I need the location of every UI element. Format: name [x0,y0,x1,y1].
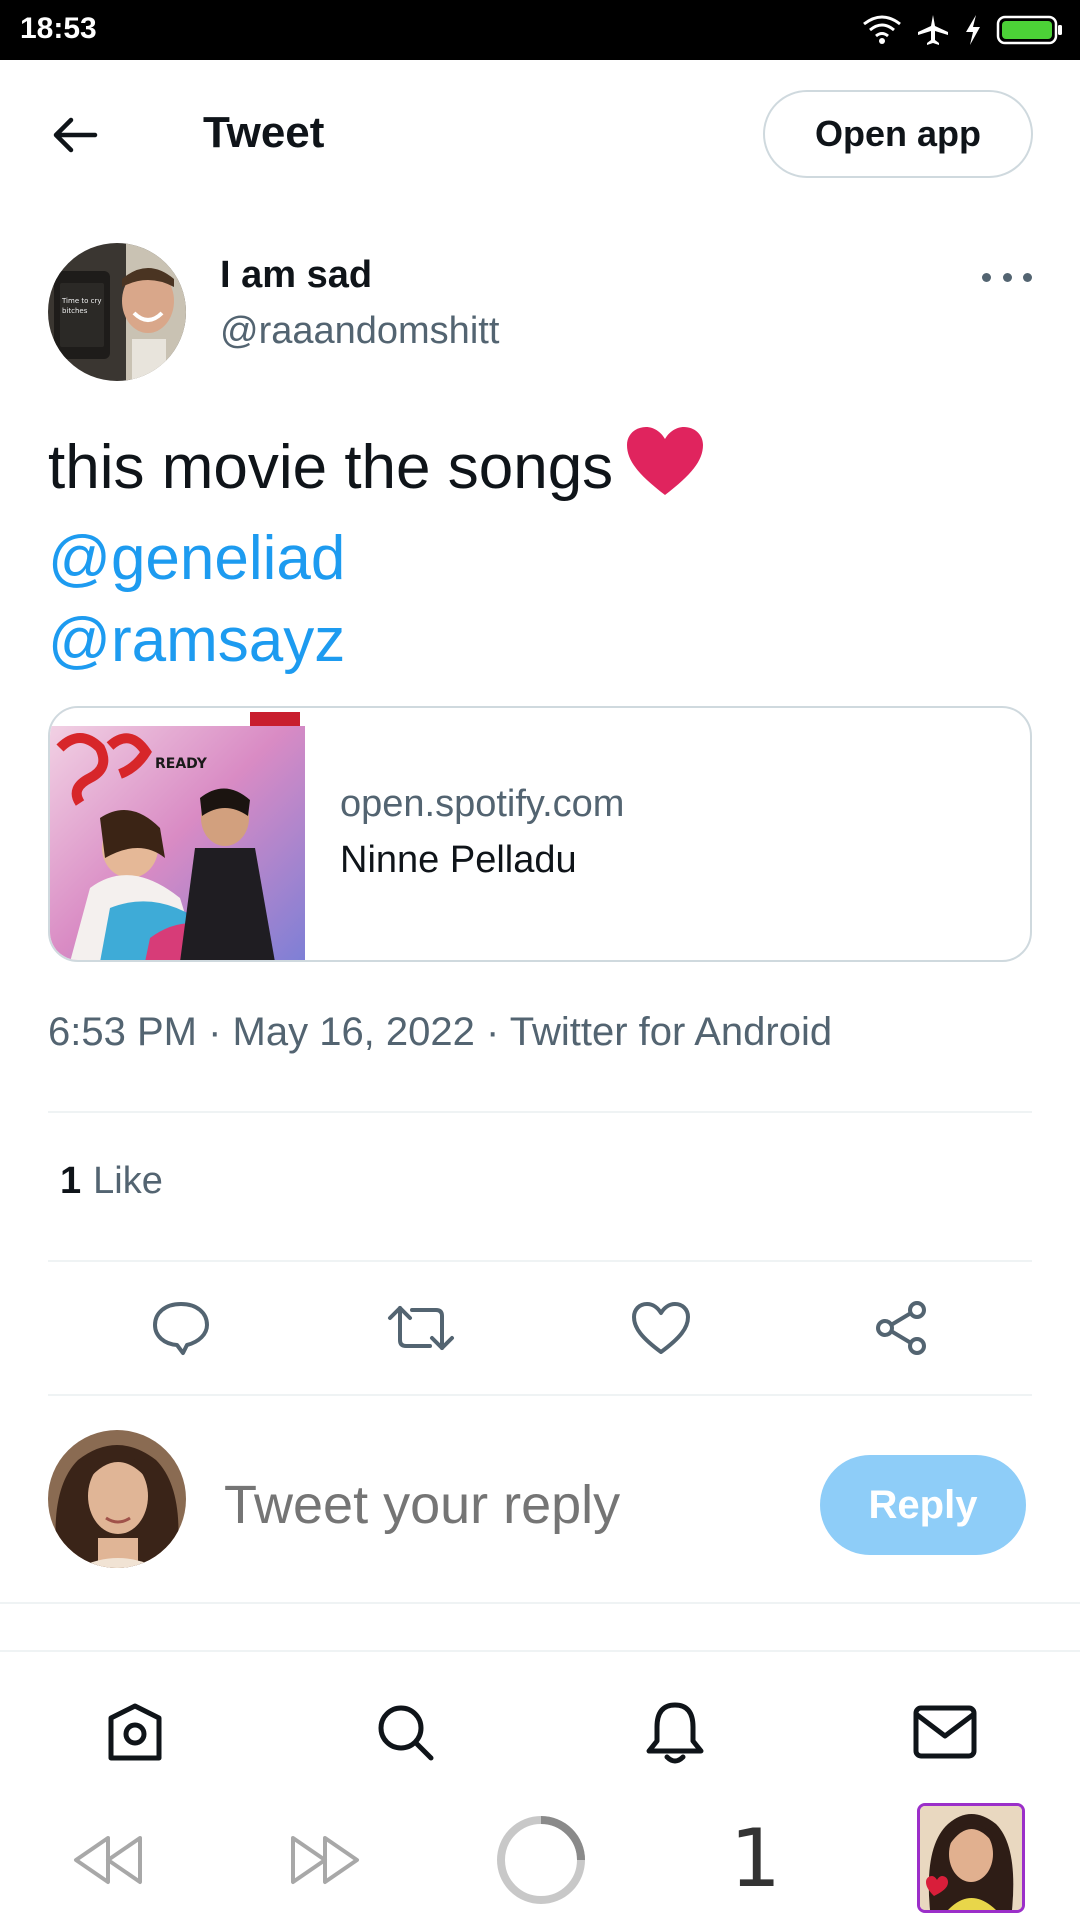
mention-link-geneliad[interactable]: @geneliad [48,518,705,600]
status-icons [862,10,1064,50]
svg-text:bitches: bitches [62,307,88,315]
back-arrow-icon [53,117,98,153]
nav-messages[interactable] [910,1697,980,1767]
retweet-icon [388,1306,454,1350]
author-avatar[interactable]: Time to cry bitches [48,243,186,381]
open-app-button[interactable]: Open app [763,90,1033,178]
divider [48,1111,1032,1113]
search-icon [378,1705,434,1761]
like-icon [632,1302,690,1354]
album-art-image: READY [50,708,305,960]
rewind-button[interactable] [68,1830,148,1890]
messages-icon [913,1705,977,1759]
retweet-button[interactable] [386,1295,456,1361]
wifi-icon [862,14,902,46]
more-options-icon[interactable] [982,262,1032,292]
svg-text:Time to cry: Time to cry [61,297,101,305]
bottom-nav [0,1650,1080,1800]
home-icon [108,1703,162,1761]
status-time: 18:53 [20,12,97,45]
divider [48,1260,1032,1262]
likes-count[interactable]: 1 Like [60,1160,163,1203]
header: Tweet Open app [0,60,1080,210]
battery-icon [996,14,1064,46]
mention-link-ramsayz[interactable]: @ramsayz [48,600,705,682]
red-heart-emoji-icon [625,425,705,518]
nav-home[interactable] [100,1697,170,1767]
share-button[interactable] [866,1295,936,1361]
charging-icon [964,14,982,46]
play-progress-button[interactable] [494,1813,588,1907]
fast-forward-icon [291,1836,359,1884]
nav-notifications[interactable] [640,1697,710,1767]
author-handle[interactable]: @raaandomshitt [220,310,499,353]
fast-forward-button[interactable] [285,1830,365,1890]
svg-text:READY: READY [155,756,208,772]
rewind-icon [74,1836,142,1884]
page-title: Tweet [203,108,325,157]
card-domain: open.spotify.com [340,783,625,825]
reply-icon [153,1302,209,1355]
airplane-icon [916,13,950,47]
author-name[interactable]: I am sad [220,254,372,297]
back-button[interactable] [40,105,110,165]
status-bar: 18:53 [0,0,1080,60]
reply-input[interactable] [224,1470,744,1540]
media-count: 1 [730,1812,781,1905]
media-thumbnail[interactable] [917,1803,1025,1913]
tweet-text-line: this movie the songs [48,425,705,518]
reply-submit-button[interactable]: Reply [820,1455,1026,1555]
tweet-timestamp-source: 6:53 PM · May 16, 2022 · Twitter for And… [48,1010,833,1054]
divider [0,1602,1080,1604]
card-title: Ninne Pelladu [340,839,577,881]
link-card[interactable]: READY open.spotify.com Ninne Pelladu [48,706,1032,962]
divider [48,1394,1032,1396]
reply-button[interactable] [146,1295,216,1361]
tweet-text: this movie the songs @geneliad @ramsayz [48,425,705,682]
user-avatar[interactable] [48,1430,186,1568]
share-icon [876,1301,926,1355]
nav-search[interactable] [370,1697,440,1767]
like-button[interactable] [626,1295,696,1361]
notifications-icon [646,1702,704,1764]
loading-spinner-icon [497,1816,585,1904]
